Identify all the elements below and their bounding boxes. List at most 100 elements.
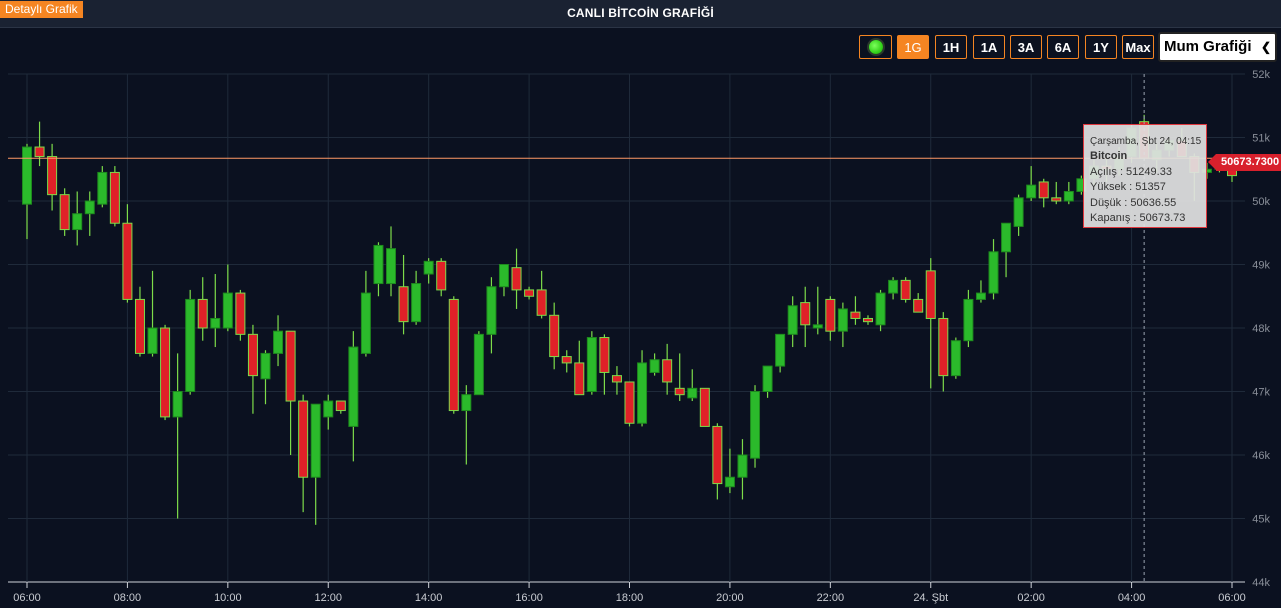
candle-up (386, 248, 397, 285)
range-1y-button[interactable]: 1Y (1085, 35, 1117, 59)
candle-up (310, 403, 321, 478)
candle-down (511, 267, 522, 291)
candle-up (724, 476, 735, 488)
candle-up (348, 346, 359, 427)
candle-down (536, 289, 547, 316)
tooltip-date: Çarşamba, Şbt 24, 04:15 (1090, 136, 1202, 147)
last-price-tag: 50673.7300 (1207, 154, 1281, 171)
y-tick-label: 51k (1252, 133, 1270, 145)
range-1a-button[interactable]: 1A (973, 35, 1005, 59)
candle-down (298, 400, 309, 478)
candle-up (750, 391, 761, 459)
candle-up (963, 298, 974, 342)
candle-down (574, 362, 585, 396)
candle-up (84, 200, 95, 215)
candle-down (247, 333, 258, 377)
candle-up (147, 327, 158, 354)
candle-down (825, 298, 836, 332)
candle-up (323, 400, 334, 418)
x-tick-label: 14:00 (415, 592, 443, 604)
candle-down (938, 317, 949, 377)
candle-down (59, 194, 70, 231)
x-tick-label: 10:00 (214, 592, 242, 604)
candle-down (134, 298, 145, 354)
x-tick-label: 22:00 (817, 592, 845, 604)
candle-down (47, 156, 58, 196)
candle-up (1026, 184, 1037, 199)
candle-down (1051, 197, 1062, 202)
candle-down (109, 171, 120, 224)
candle-down (624, 381, 635, 424)
live-indicator-icon (868, 40, 883, 54)
range-1g-button[interactable]: 1G (897, 35, 929, 59)
candle-up (473, 333, 484, 396)
range-3a-button[interactable]: 3A (1010, 35, 1042, 59)
candle-down (235, 292, 246, 335)
candle-down (913, 298, 924, 313)
candle-down (699, 387, 710, 427)
candle-down (1038, 181, 1049, 199)
x-tick-label: 06:00 (1218, 592, 1246, 604)
candle-up (1001, 222, 1012, 253)
tooltip-open: Açılış : 51249.33 (1090, 165, 1172, 178)
range-1h-button[interactable]: 1H (935, 35, 967, 59)
candle-down (122, 222, 133, 300)
candle-up (97, 171, 108, 205)
candle-down (674, 387, 685, 396)
candle-down (34, 146, 45, 158)
tooltip-series-name: Bitcoin (1090, 150, 1128, 162)
x-tick-label: 02:00 (1017, 592, 1045, 604)
x-tick-label: 24. Şbt (913, 592, 948, 604)
candle-down (197, 298, 208, 329)
candle-down (524, 289, 535, 297)
live-button[interactable] (859, 35, 892, 59)
candle-up (586, 337, 597, 392)
candle-up (411, 283, 422, 323)
candle-up (222, 292, 233, 329)
candle-up (72, 213, 83, 231)
candle-up (775, 333, 786, 367)
y-tick-label: 46k (1252, 450, 1270, 462)
candle-up (737, 454, 748, 478)
tooltip-close: Kapanış : 50673.73 (1090, 212, 1186, 224)
range-6a-button[interactable]: 6A (1047, 35, 1079, 59)
x-tick-label: 18:00 (616, 592, 644, 604)
candle-up (837, 308, 848, 332)
candle-down (561, 356, 572, 364)
x-tick-label: 04:00 (1118, 592, 1146, 604)
candle-down (549, 314, 560, 358)
range-max-button[interactable]: Max (1122, 35, 1154, 59)
candle-up (888, 279, 899, 294)
y-tick-label: 52k (1252, 69, 1270, 81)
candle-up (22, 146, 32, 205)
candlestick-chart[interactable]: 44k 45k 46k 47k 48k 49k 50k 51k 52k 06:00 08:00 10… (0, 0, 1281, 608)
candle-up (649, 359, 660, 373)
candle-up (498, 264, 509, 288)
tooltip-low: Düşük : 50636.55 (1090, 196, 1177, 209)
candle-up (373, 244, 384, 285)
chart-type-label: Mum Grafiği (1164, 38, 1252, 55)
x-tick-label: 12:00 (314, 592, 342, 604)
candle-up (260, 352, 271, 380)
candle-down (448, 298, 459, 412)
chart-type-select[interactable]: Mum Grafiği ❮ (1158, 32, 1277, 62)
candle-up (687, 387, 698, 399)
candle-up (637, 362, 648, 424)
candle-down (335, 400, 346, 412)
x-tick-label: 06:00 (13, 592, 41, 604)
candle-up (461, 394, 472, 412)
candle-down (712, 425, 723, 485)
candle-down (800, 302, 811, 326)
chevron-down-icon: ❮ (1260, 40, 1271, 54)
candle-up (210, 317, 221, 329)
y-tick-label: 44k (1252, 577, 1270, 589)
y-axis: 44k 45k 46k 47k 48k 49k 50k 51k 52k (1252, 69, 1270, 589)
candle-down (160, 327, 171, 418)
candle-down (599, 337, 610, 373)
candle-down (900, 279, 911, 300)
candle-up (172, 391, 183, 418)
y-tick-label: 48k (1252, 323, 1270, 335)
candle-up (1013, 197, 1024, 227)
y-tick-label: 50k (1252, 196, 1270, 208)
candle-up (787, 305, 798, 335)
